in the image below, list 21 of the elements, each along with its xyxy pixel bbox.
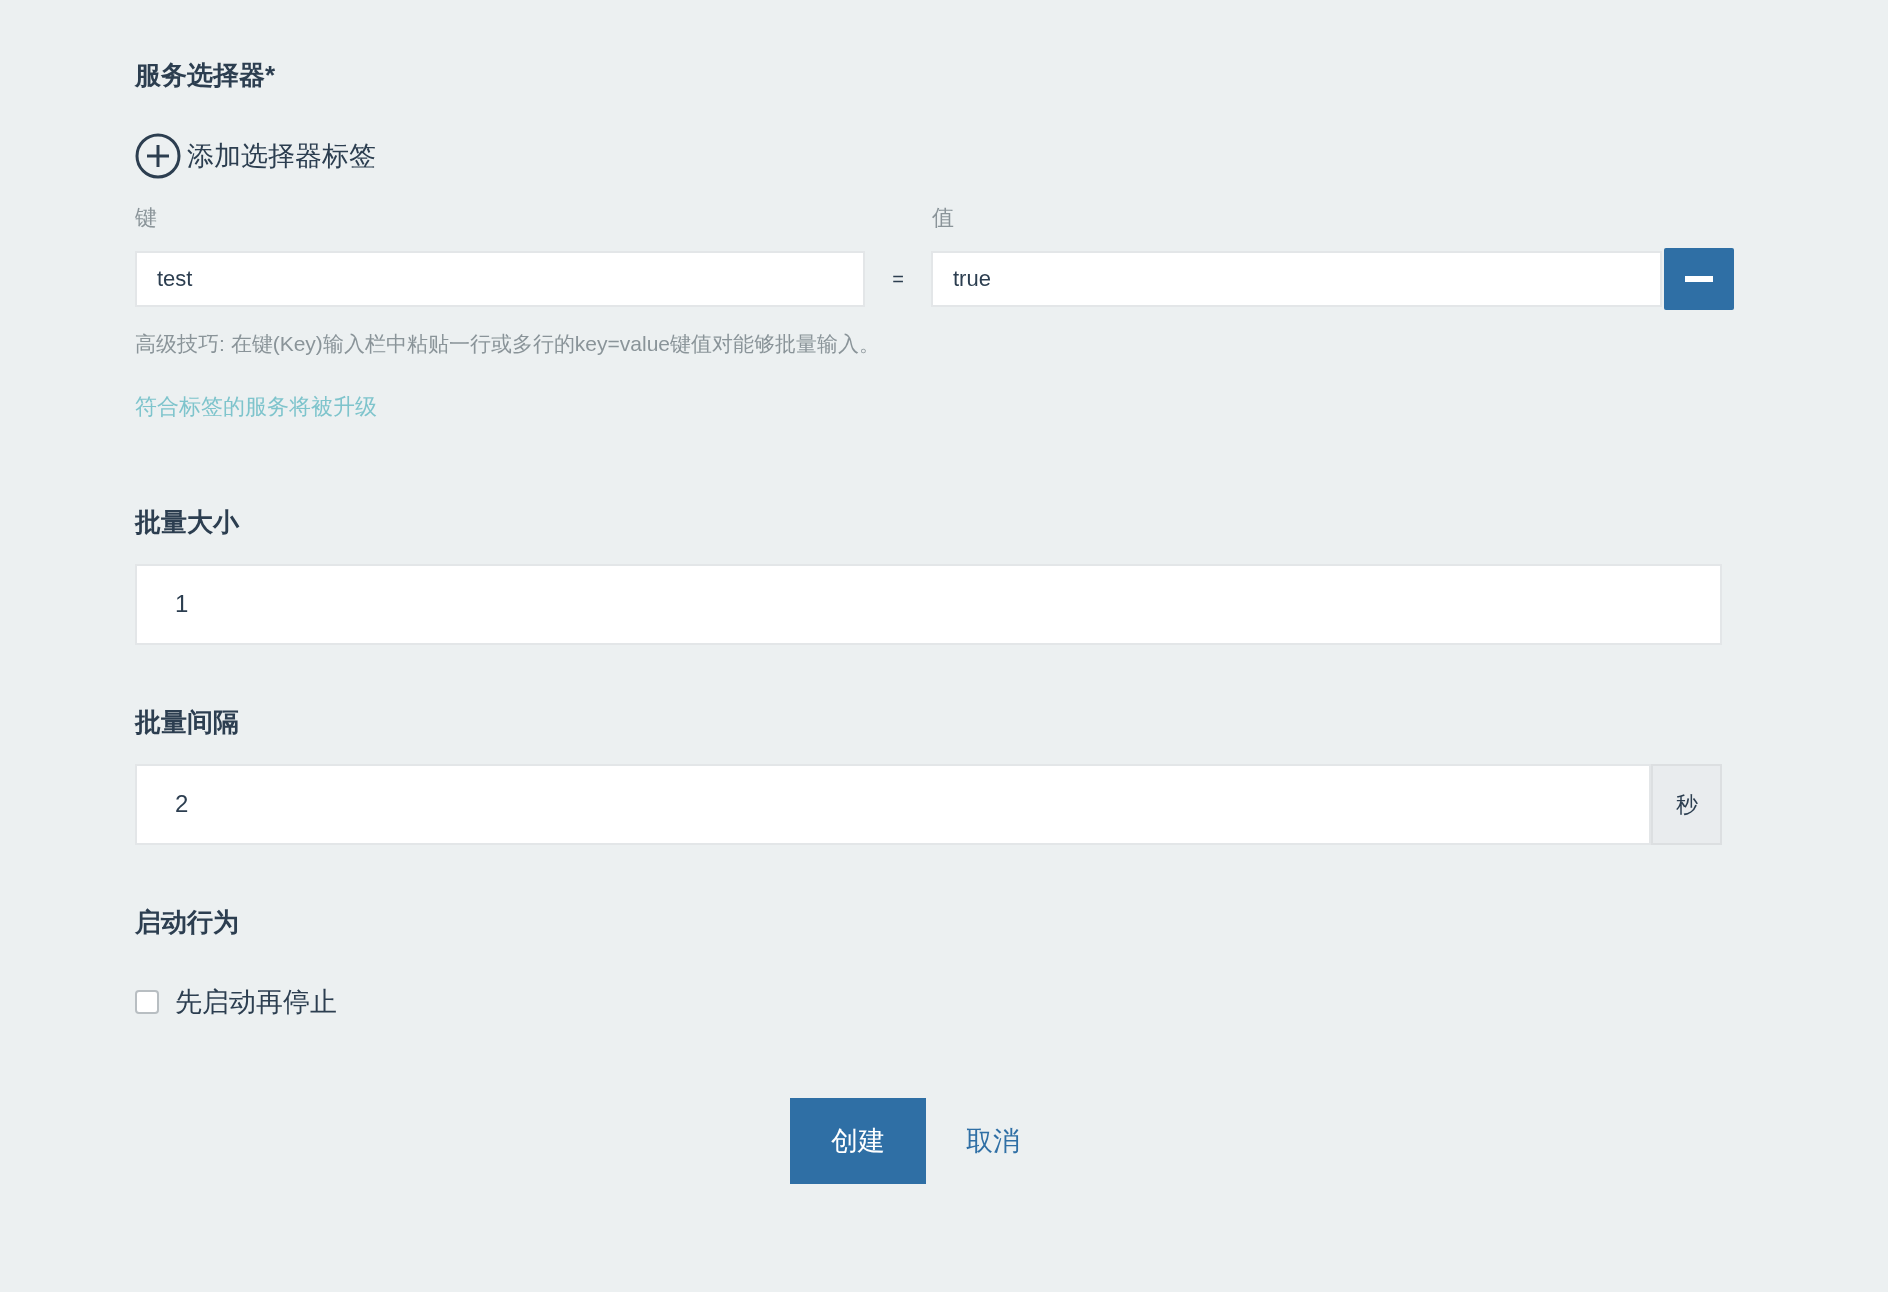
section-title: 服务选择器* (135, 59, 276, 92)
batch-size-input[interactable]: 1 (135, 563, 1722, 645)
plus-circle-icon (135, 133, 181, 179)
minus-icon (1685, 276, 1714, 282)
cancel-link[interactable]: 取消 (965, 1120, 1020, 1162)
checkbox-label: 先启动再停止 (175, 985, 337, 1019)
remove-button[interactable] (1664, 248, 1734, 310)
value-label: 值 (932, 204, 954, 232)
section-title: 启动行为 (135, 905, 239, 939)
key-input[interactable]: test (135, 251, 866, 307)
hint-text: 高级技巧: 在键(Key)输入栏中粘贴一行或多行的key=value键值对能够批量输入。 (135, 331, 881, 357)
key-label: 键 (135, 204, 158, 232)
create-button[interactable]: 创建 (789, 1098, 926, 1184)
unit-addon: 秒 (1651, 763, 1722, 845)
section-title: 批量大小 (135, 505, 239, 539)
checkbox[interactable] (135, 989, 159, 1014)
equals-sign: = (891, 267, 905, 292)
add-selector-label-button[interactable]: 添加选择器标签 (135, 133, 376, 179)
value-input[interactable]: true (931, 251, 1663, 307)
batch-interval-input[interactable]: 2 (135, 763, 1651, 845)
section-title: 批量间隔 (135, 705, 239, 739)
